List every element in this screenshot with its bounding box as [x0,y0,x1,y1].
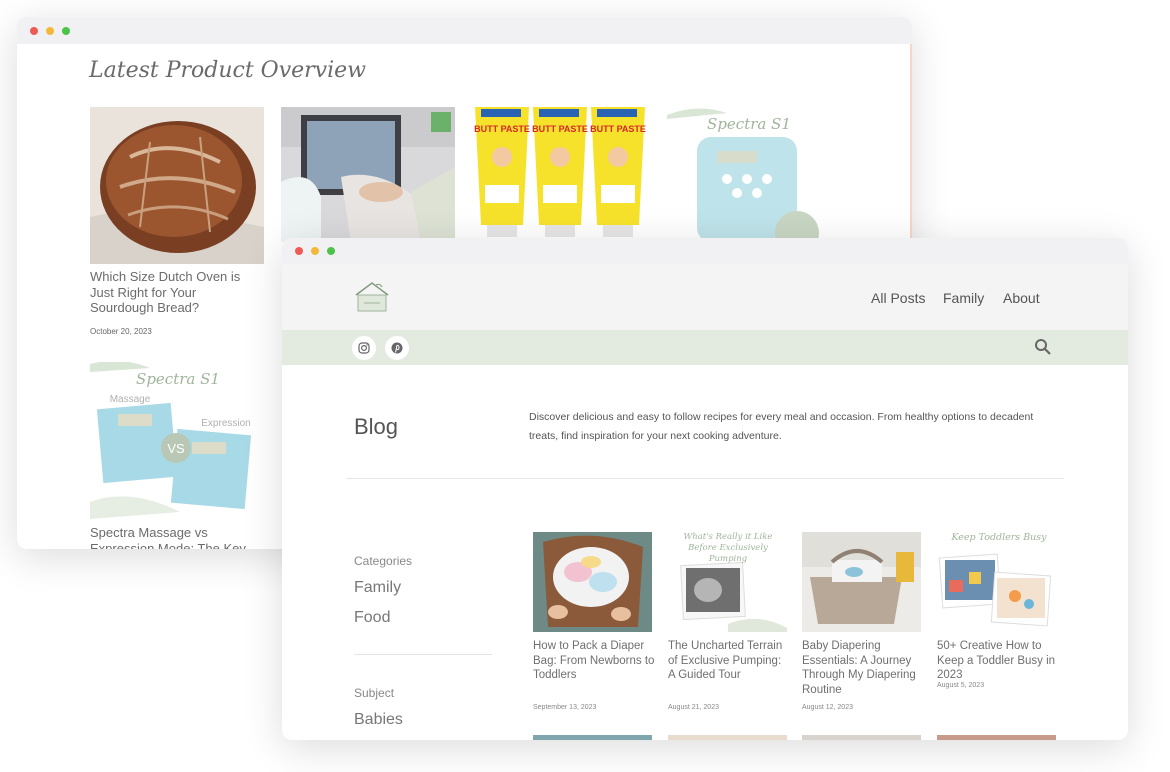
nav-about[interactable]: About [1003,290,1040,306]
exclusive-pumping-image[interactable]: What's Really it Like Before Exclusively… [668,532,787,632]
post-title[interactable]: Baby Diapering Essentials: A Journey Thr… [802,639,924,697]
post-title[interactable]: 50+ Creative How to Keep a Toddler Busy … [937,639,1059,683]
minimize-window-icon[interactable] [311,247,319,255]
front-browser-window: All Posts Family About Blog Discover del… [282,238,1128,740]
back-window-titlebar [17,17,912,44]
bread-image[interactable] [90,107,264,264]
subject-babies[interactable]: Babies [354,711,403,729]
post-thumbnail-peek[interactable] [802,735,921,740]
svg-text:Spectra S1: Spectra S1 [136,370,220,388]
post-title[interactable]: How to Pack a Diaper Bag: From Newborns … [533,639,655,683]
svg-text:Massage: Massage [110,394,151,405]
post-thumbnail-peek[interactable] [533,735,652,740]
instagram-icon[interactable] [352,336,376,360]
content-divider [346,478,1064,479]
close-window-icon[interactable] [295,247,303,255]
diaper-caddy-image[interactable] [802,532,921,632]
svg-text:Spectra S1: Spectra S1 [707,115,791,133]
maximize-window-icon[interactable] [327,247,335,255]
sidebar-divider [354,654,492,655]
site-header: All Posts Family About [282,264,1128,330]
front-window-titlebar [282,238,1128,264]
post-date: August 5, 2023 [937,682,985,689]
post-card[interactable]: How to Pack a Diaper Bag: From Newborns … [533,532,655,711]
toddler-busy-image[interactable]: Keep Toddlers Busy [937,532,1056,632]
post-date: August 12, 2023 [802,704,853,711]
svg-text:BUTT PASTE: BUTT PASTE [590,124,646,134]
minimize-window-icon[interactable] [46,27,54,35]
blog-description: Discover delicious and easy to follow re… [529,411,1034,442]
nav-family[interactable]: Family [943,290,984,306]
diaper-bag-image[interactable] [533,532,652,632]
svg-text:BUTT PASTE: BUTT PASTE [474,124,530,134]
category-food[interactable]: Food [354,609,390,627]
post-title[interactable]: Which Size Dutch Oven is Just Right for … [90,269,260,316]
post-card[interactable]: What's Really it Like Before Exclusively… [668,532,790,711]
post-image-caption: Keep Toddlers Busy [951,532,1047,543]
page-title: Blog [354,414,399,439]
butt-paste-image[interactable]: BUTT PASTE BUTT PASTE BUTT PASTE [473,107,647,242]
post-date: September 13, 2023 [533,704,597,711]
category-family[interactable]: Family [354,579,401,597]
svg-text:Expression: Expression [201,418,250,429]
categories-label: Categories [354,554,413,568]
close-window-icon[interactable] [30,27,38,35]
subject-label: Subject [354,686,395,700]
spectra-pump-image[interactable]: Spectra S1 [667,107,833,242]
post-date: August 21, 2023 [668,704,719,711]
section-title: Latest Product Overview [89,58,366,83]
post-date: October 20, 2023 [90,327,152,336]
pinterest-icon[interactable] [385,336,409,360]
post-card[interactable]: Baby Diapering Essentials: A Journey Thr… [802,532,924,711]
search-icon[interactable] [1034,338,1052,361]
post-thumbnail-peek[interactable] [668,735,787,740]
post-title[interactable]: The Uncharted Terrain of Exclusive Pumpi… [668,639,790,683]
site-logo[interactable] [354,281,390,313]
post-thumbnail-peek[interactable] [937,735,1056,740]
post-title[interactable]: Spectra Massage vs Expression Mode: The … [90,525,260,549]
spectra-modes-image[interactable]: Spectra S1 Massage Expression VS [90,362,260,519]
svg-text:BUTT PASTE: BUTT PASTE [532,124,588,134]
laptop-pumping-image[interactable] [281,107,455,242]
nav-all-posts[interactable]: All Posts [871,290,925,306]
svg-text:VS: VS [167,441,185,456]
post-card[interactable]: Keep Toddlers Busy 50+ Creative How to K… [937,532,1059,689]
social-bar [282,330,1128,365]
post-image-caption: What's Really it Like Before Exclusively… [683,532,773,564]
maximize-window-icon[interactable] [62,27,70,35]
